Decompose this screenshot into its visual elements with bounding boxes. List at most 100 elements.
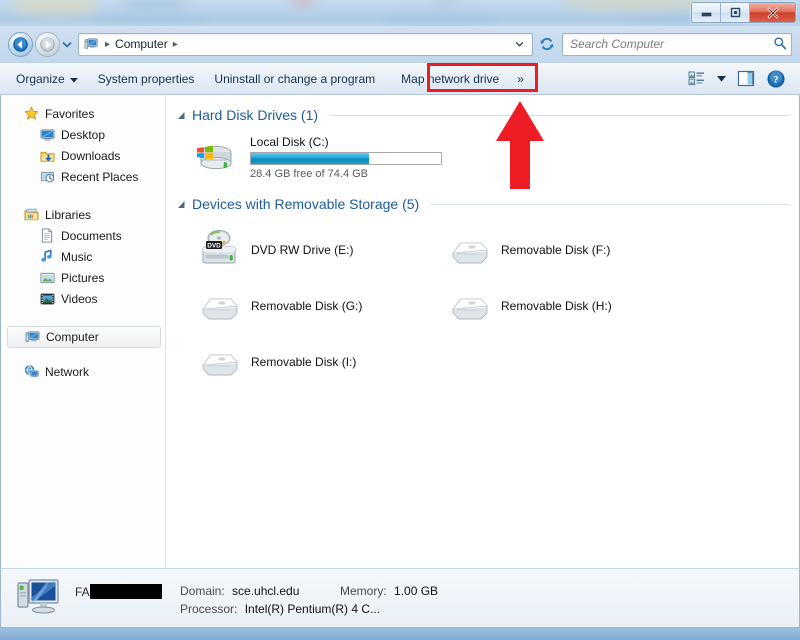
sidebar-item-network[interactable]: Network	[1, 361, 165, 382]
command-toolbar: Organize System properties Uninstall or …	[0, 62, 800, 95]
navigation-pane[interactable]: Favorites Desktop Downloads Recent Place…	[1, 95, 166, 568]
forward-button[interactable]	[35, 31, 60, 57]
status-processor-key: Processor:	[180, 602, 238, 616]
sidebar-item-libraries[interactable]: Libraries	[1, 204, 165, 225]
toolbar-organize-button[interactable]: Organize	[6, 66, 88, 91]
drive-removable-i[interactable]: Removable Disk (I:)	[194, 334, 444, 390]
title-bar	[0, 0, 800, 26]
drive-removable-g[interactable]: Removable Disk (G:)	[194, 278, 444, 334]
address-dropdown-icon[interactable]	[509, 39, 530, 49]
toolbar-system-properties-button[interactable]: System properties	[88, 66, 205, 91]
sidebar-item-recent-places-label: Recent Places	[61, 169, 139, 184]
computer-breadcrumb-icon	[82, 37, 100, 51]
collapse-triangle-icon-2[interactable]	[176, 199, 186, 209]
desktop-background-strip	[0, 628, 800, 640]
sidebar-item-videos[interactable]: Videos	[1, 288, 165, 309]
drive-removable-g-label: Removable Disk (G:)	[251, 299, 363, 313]
details-line-1: FA Domain: sce.uhcl.edu Memory: 1.00 GB	[75, 582, 799, 600]
sidebar-group-favorites: Favorites Desktop Downloads Recent Place…	[1, 103, 165, 187]
group-divider-line	[330, 114, 789, 116]
capacity-bar-fill	[251, 153, 369, 164]
status-domain: Domain: sce.uhcl.edu	[180, 584, 340, 598]
minimize-button[interactable]	[692, 3, 721, 22]
group-hard-disk-drives-title: Hard Disk Drives (1)	[192, 107, 319, 123]
sidebar-item-favorites-label: Favorites	[45, 106, 95, 121]
toolbar-uninstall-change-program-button[interactable]: Uninstall or change a program	[204, 66, 385, 91]
drive-local-disk-c[interactable]: Local Disk (C:) 28.4 GB free of 74.4 GB	[176, 129, 799, 180]
sidebar-item-videos-label: Videos	[61, 291, 98, 306]
details-fields: FA Domain: sce.uhcl.edu Memory: 1.00 GB …	[75, 576, 799, 620]
toolbar-overflow-button[interactable]: »	[509, 66, 532, 91]
drive-removable-h[interactable]: Removable Disk (H:)	[444, 278, 694, 334]
removable-devices-grid: DVD DVD RW Drive (E:) Removable Disk (F:…	[176, 218, 696, 390]
history-dropdown-icon[interactable]	[60, 41, 74, 48]
sidebar-item-pictures-label: Pictures	[61, 270, 105, 285]
search-box[interactable]	[562, 32, 792, 56]
breadcrumb-separator-trailing[interactable]: ▸	[168, 39, 183, 50]
sidebar-item-music[interactable]: Music	[1, 246, 165, 267]
search-icon[interactable]	[773, 36, 787, 53]
sidebar-item-network-label: Network	[45, 364, 90, 379]
sidebar-item-music-label: Music	[61, 249, 93, 264]
sidebar-item-documents[interactable]: Documents	[1, 225, 165, 246]
sidebar-item-libraries-label: Libraries	[45, 207, 92, 222]
group-divider-line-2	[431, 203, 789, 205]
group-hard-disk-drives-header[interactable]: Hard Disk Drives (1)	[176, 103, 799, 127]
drive-dvd-rw-e-label: DVD RW Drive (E:)	[251, 243, 354, 257]
change-view-icon[interactable]	[682, 66, 710, 91]
sidebar-item-desktop-label: Desktop	[61, 127, 106, 142]
navigation-bar: ▸ Computer ▸	[0, 26, 800, 62]
help-icon[interactable]: ?	[762, 66, 790, 91]
toolbar-map-network-drive-button[interactable]: Map network drive	[391, 66, 509, 91]
address-bar[interactable]: ▸ Computer ▸	[78, 32, 533, 56]
sidebar-item-downloads[interactable]: Downloads	[1, 145, 165, 166]
group-removable-storage-title: Devices with Removable Storage (5)	[192, 196, 420, 212]
pictures-icon	[39, 270, 55, 286]
group-removable-storage-header[interactable]: Devices with Removable Storage (5)	[176, 192, 799, 216]
sidebar-item-computer[interactable]: Computer	[7, 326, 161, 348]
toolbar-right-group: ?	[682, 66, 794, 91]
sidebar-item-downloads-label: Downloads	[61, 148, 121, 163]
sidebar-item-pictures[interactable]: Pictures	[1, 267, 165, 288]
chevron-down-icon	[69, 72, 78, 86]
documents-icon	[39, 228, 55, 244]
drive-dvd-rw-e[interactable]: DVD DVD RW Drive (E:)	[194, 222, 444, 278]
drive-local-disk-c-label: Local Disk (C:)	[250, 135, 329, 149]
search-input[interactable]	[570, 37, 773, 51]
libraries-icon	[23, 207, 39, 223]
drive-local-disk-c-capacity: 28.4 GB free of 74.4 GB	[250, 168, 369, 180]
computer-monitor-icon	[15, 576, 61, 620]
machine-name-redaction	[89, 583, 162, 599]
dvd-drive-icon: DVD	[195, 228, 243, 272]
status-domain-key: Domain:	[180, 584, 225, 598]
computer-icon	[24, 329, 40, 345]
status-memory: Memory: 1.00 GB	[340, 584, 438, 598]
drive-removable-i-label: Removable Disk (I:)	[251, 355, 357, 369]
sidebar-item-documents-label: Documents	[61, 228, 122, 243]
toolbar-overflow-label: »	[517, 71, 524, 86]
preview-pane-icon[interactable]	[732, 66, 760, 91]
breadcrumb-separator: ▸	[105, 38, 111, 50]
collapse-triangle-icon[interactable]	[176, 110, 186, 120]
drive-removable-f[interactable]: Removable Disk (F:)	[444, 222, 694, 278]
sidebar-group-libraries: Libraries Documents Music Pictures Video…	[1, 204, 165, 309]
status-memory-value: 1.00 GB	[394, 584, 439, 598]
back-button[interactable]	[8, 31, 33, 57]
status-memory-key: Memory:	[340, 584, 387, 598]
sidebar-item-favorites[interactable]: Favorites	[1, 103, 165, 124]
sidebar-item-recent-places[interactable]: Recent Places	[1, 166, 165, 187]
view-dropdown-caret-icon[interactable]	[712, 66, 730, 91]
maximize-button[interactable]	[721, 3, 750, 22]
close-button[interactable]	[750, 3, 795, 22]
refresh-button[interactable]	[536, 33, 558, 56]
capacity-bar	[250, 152, 442, 165]
drive-removable-f-label: Removable Disk (F:)	[501, 243, 611, 257]
sidebar-item-desktop[interactable]: Desktop	[1, 124, 165, 145]
details-line-2: Processor: Intel(R) Pentium(R) 4 C...	[75, 600, 799, 618]
drive-local-disk-c-info: Local Disk (C:) 28.4 GB free of 74.4 GB	[250, 133, 442, 180]
toolbar-system-properties-label: System properties	[97, 71, 195, 86]
drive-removable-h-label: Removable Disk (H:)	[501, 299, 612, 313]
breadcrumb-computer[interactable]: Computer	[115, 37, 168, 51]
